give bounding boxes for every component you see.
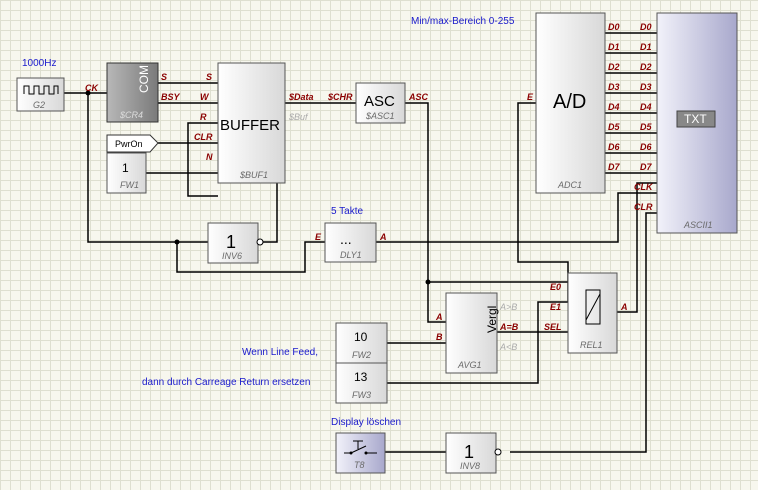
ascii-title: TXT	[684, 112, 707, 126]
schematic-diagram: G2 1000Hz COM $CR4 CK S BSY PwrOn 1 FW1 …	[16, 12, 738, 474]
fixed-value-fw2[interactable]: 10 FW2	[335, 322, 388, 364]
pin-ascii-d1: D1	[640, 42, 652, 52]
block-name-dly1: DLY1	[340, 250, 362, 260]
pin-rel1-sel: SEL	[544, 322, 562, 332]
pin-rel1-e1: E1	[550, 302, 561, 312]
fw2-value: 10	[354, 330, 368, 344]
pin-adc-d1: D1	[608, 42, 620, 52]
inverter-inv6[interactable]: 1 INV6	[207, 222, 264, 264]
block-name-g2: G2	[33, 100, 45, 110]
pin-dly1-a: A	[379, 232, 387, 242]
pin-buffer-buf: $Buf	[288, 112, 309, 122]
adc-title: A/D	[553, 91, 586, 113]
pin-ascii-d7: D7	[640, 162, 652, 172]
inv8-value: 1	[464, 442, 474, 462]
pin-ascii-clr: CLR	[634, 202, 653, 212]
block-name-ascii: ASCII1	[683, 220, 713, 230]
block-name-asc: $ASC1	[365, 111, 395, 121]
pwron-block[interactable]: PwrOn	[106, 134, 159, 153]
pin-avg1-lt: A<B	[499, 342, 517, 352]
fixed-value-fw3[interactable]: 13 FW3	[335, 362, 388, 404]
block-name-adc: ADC1	[557, 180, 582, 190]
pin-ascii-d0: D0	[640, 22, 652, 32]
pin-avg1-a: A	[435, 312, 443, 322]
pin-asc-chr: $CHR	[327, 92, 353, 102]
block-name-avg1: AVG1	[457, 360, 482, 370]
pin-adc-d2: D2	[608, 62, 620, 72]
label-range: Min/max-Bereich 0-255	[411, 16, 515, 27]
label-clear-display: Display löschen	[331, 417, 401, 428]
pin-buffer-r: R	[200, 112, 207, 122]
avg1-title: Vergl	[485, 306, 499, 333]
pin-avg1-eq: A=B	[499, 322, 519, 332]
block-name-buffer: $BUF1	[239, 170, 268, 180]
fw3-value: 13	[354, 370, 368, 384]
pin-buffer-data: $Data	[288, 92, 314, 102]
fixed-value-fw1[interactable]: 1 FW1	[106, 152, 147, 194]
pin-adc-d0: D0	[608, 22, 620, 32]
pin-ascii-d6: D6	[640, 142, 652, 152]
pin-buffer-s: S	[206, 72, 212, 82]
label-carriage: dann durch Carreage Return ersetzen	[142, 377, 310, 388]
label-frequency: 1000Hz	[22, 58, 56, 69]
pin-adc-e: E	[527, 92, 534, 102]
label-linefeed: Wenn Line Feed,	[242, 347, 318, 358]
block-name-t8: T8	[354, 460, 365, 470]
pin-ascii-clk: CLK	[634, 182, 654, 192]
pin-adc-d6: D6	[608, 142, 620, 152]
block-name-fw1: FW1	[120, 180, 139, 190]
pin-adc-d7: D7	[608, 162, 620, 172]
pin-buffer-w: W	[200, 92, 210, 102]
pin-dly1-e: E	[315, 232, 322, 242]
pin-buffer-n: N	[206, 152, 213, 162]
pin-ascii-d2: D2	[640, 62, 652, 72]
buffer-title: BUFFER	[220, 117, 280, 134]
block-name-com: $CR4	[119, 110, 143, 120]
adc-block[interactable]: A/D ADC1 E D0 D1 D2 D3 D4 D5 D6 D7	[527, 12, 620, 194]
pin-adc-d3: D3	[608, 82, 620, 92]
relay-block-rel1[interactable]: REL1 E0 E1 SEL A	[544, 272, 628, 354]
pin-com-bsy: BSY	[161, 92, 181, 102]
block-name-fw3: FW3	[352, 390, 371, 400]
comparator-avg1[interactable]: Vergl AVG1 A B A>B A=B A<B	[435, 292, 519, 374]
label-takte: 5 Takte	[331, 206, 363, 217]
block-name-fw2: FW2	[352, 350, 371, 360]
pushbutton-t8[interactable]: T8	[335, 432, 386, 474]
pin-avg1-gt: A>B	[499, 302, 517, 312]
inverter-inv8[interactable]: 1 INV8	[445, 432, 502, 474]
fw1-value: 1	[122, 161, 129, 175]
pin-ascii-d5: D5	[640, 122, 652, 132]
block-name-inv8: INV8	[460, 461, 480, 471]
asc-title: ASC	[364, 93, 395, 110]
pin-ck: CK	[85, 83, 99, 93]
pin-ascii-d3: D3	[640, 82, 652, 92]
pin-adc-d5: D5	[608, 122, 620, 132]
pin-adc-d4: D4	[608, 102, 620, 112]
ascii-display-block[interactable]: TXT ASCII1 D0 D1 D2 D3 D4 D5 D6 D7 CLK C…	[634, 12, 738, 234]
pin-rel1-e0: E0	[550, 282, 561, 292]
block-name-rel1: REL1	[580, 340, 603, 350]
com-title: COM	[137, 65, 151, 93]
pin-rel1-a: A	[620, 302, 628, 312]
block-name-inv6: INV6	[222, 251, 242, 261]
generator-block-g2[interactable]: G2	[16, 77, 65, 112]
inv6-value: 1	[226, 232, 236, 252]
dly1-title: ...	[340, 231, 352, 247]
pwron-title: PwrOn	[115, 139, 143, 149]
pin-com-s: S	[161, 72, 167, 82]
pin-asc-out: ASC	[408, 92, 429, 102]
delay-block-dly1[interactable]: ... DLY1 E A	[315, 222, 387, 263]
pin-ascii-d4: D4	[640, 102, 652, 112]
pin-buffer-clr: CLR	[194, 132, 213, 142]
pin-avg1-b: B	[436, 332, 443, 342]
